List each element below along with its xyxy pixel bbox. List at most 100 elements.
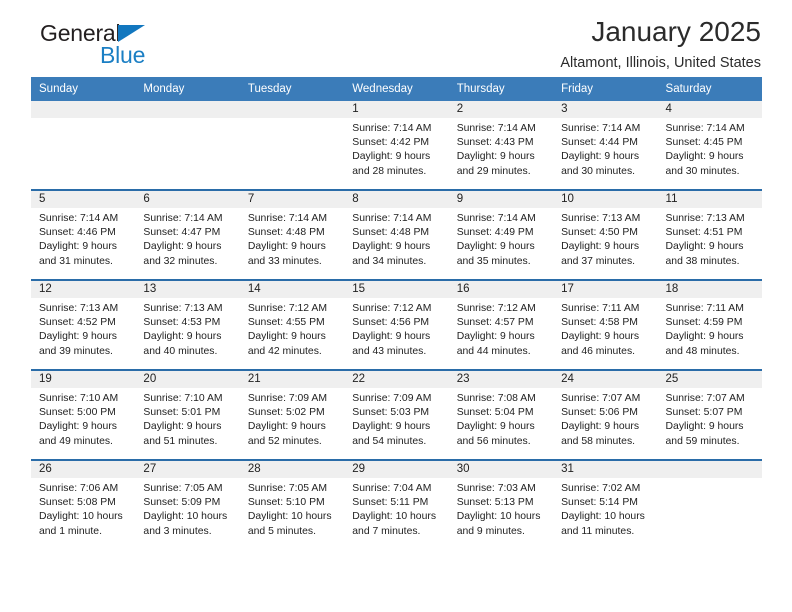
daylight-duration-line1: Daylight: 9 hours (39, 421, 117, 433)
sunrise-time: Sunrise: 7:14 AM (352, 213, 432, 224)
daylight-duration-line2: and 33 minutes. (247, 255, 322, 267)
sunset-time: Sunset: 4:42 PM (352, 137, 430, 149)
logo-text-blue: Blue (100, 42, 146, 68)
calendar-day-cell[interactable]: 8 Sunrise: 7:14 AM Sunset: 4:48 PM Daylight… (344, 191, 449, 279)
day-details: Sunrise: 7:04 AM Sunset: 5:11 PM Daylight:… (344, 478, 448, 549)
sunrise-time: Sunrise: 7:08 AM (456, 393, 536, 404)
calendar-day-cell[interactable]: 25 Sunrise: 7:07 AM Sunset: 5:07 PM Dayligh… (657, 371, 762, 459)
weekday-header-friday: Friday (561, 83, 594, 95)
day-details: Sunrise: 7:06 AM Sunset: 5:08 PM Daylight:… (31, 478, 135, 549)
sunset-time: Sunset: 4:48 PM (352, 227, 430, 239)
page-header: General Blue January 2025 Altamont, Illi… (31, 0, 761, 72)
calendar-day-cell[interactable]: 26 Sunrise: 7:06 AM Sunset: 5:08 PM Dayligh… (31, 461, 136, 549)
calendar-day-cell[interactable]: 17 Sunrise: 7:11 AM Sunset: 4:58 PM Dayligh… (553, 281, 658, 369)
daylight-duration-line2: and 11 minutes. (561, 525, 635, 537)
calendar-day-cell[interactable]: 21 Sunrise: 7:09 AM Sunset: 5:02 PM Dayligh… (239, 371, 345, 459)
calendar-day-cell[interactable]: 28 Sunrise: 7:05 AM Sunset: 5:10 PM Dayligh… (239, 461, 345, 549)
calendar-day-cell[interactable]: 19 Sunrise: 7:10 AM Sunset: 5:00 PM Dayligh… (31, 371, 136, 459)
calendar-day-cell[interactable]: 10 Sunrise: 7:13 AM Sunset: 4:50 PM Dayligh… (553, 191, 658, 279)
day-details: Sunrise: 7:05 AM Sunset: 5:10 PM Daylight:… (240, 478, 344, 549)
calendar-day-cell[interactable]: 11 Sunrise: 7:13 AM Sunset: 4:51 PM Dayligh… (657, 191, 762, 279)
day-details: Sunrise: 7:09 AM Sunset: 5:03 PM Daylight:… (344, 388, 448, 459)
day-number: 11 (657, 191, 762, 208)
calendar-day-cell[interactable]: 24 Sunrise: 7:07 AM Sunset: 5:06 PM Dayligh… (553, 371, 658, 459)
sunrise-time: Sunrise: 7:09 AM (352, 393, 432, 404)
daylight-duration-line1: Daylight: 10 hours (561, 511, 645, 523)
sunset-time: Sunset: 4:47 PM (143, 227, 221, 239)
day-number (31, 101, 136, 118)
daylight-duration-line1: Daylight: 9 hours (665, 151, 744, 163)
daylight-duration-line2: and 49 minutes. (39, 435, 113, 447)
day-number: 7 (239, 191, 345, 208)
calendar-day-cell[interactable]: 18 Sunrise: 7:11 AM Sunset: 4:59 PM Dayligh… (657, 281, 762, 369)
calendar-day-cell[interactable]: 13 Sunrise: 7:13 AM Sunset: 4:53 PM Dayligh… (135, 281, 240, 369)
calendar-day-cell[interactable]: 3 Sunrise: 7:14 AM Sunset: 4:44 PM Daylight… (553, 101, 658, 189)
triangle-flag-icon (118, 25, 145, 42)
calendar-day-cell[interactable]: 2 Sunrise: 7:14 AM Sunset: 4:43 PM Daylight… (448, 101, 554, 189)
calendar-day-cell[interactable]: 6 Sunrise: 7:14 AM Sunset: 4:47 PM Daylight… (135, 191, 240, 279)
day-number: 21 (239, 371, 345, 388)
day-details: Sunrise: 7:13 AM Sunset: 4:50 PM Daylight:… (553, 208, 657, 279)
calendar-day-cell[interactable]: 30 Sunrise: 7:03 AM Sunset: 5:13 PM Dayligh… (448, 461, 554, 549)
calendar-day-cell[interactable]: 9 Sunrise: 7:14 AM Sunset: 4:49 PM Daylight… (448, 191, 554, 279)
day-number: 18 (657, 281, 762, 298)
day-details: Sunrise: 7:14 AM Sunset: 4:48 PM Daylight:… (344, 208, 448, 279)
day-details: Sunrise: 7:05 AM Sunset: 5:09 PM Daylight:… (135, 478, 239, 549)
daylight-duration-line1: Daylight: 9 hours (665, 241, 744, 253)
sunrise-time: Sunrise: 7:05 AM (143, 483, 223, 494)
calendar-day-cell[interactable]: 20 Sunrise: 7:10 AM Sunset: 5:01 PM Dayligh… (135, 371, 240, 459)
day-details: Sunrise: 7:11 AM Sunset: 4:58 PM Daylight:… (553, 298, 657, 369)
day-details (658, 478, 762, 549)
calendar-day-cell[interactable]: 5 Sunrise: 7:14 AM Sunset: 4:46 PM Daylight… (31, 191, 136, 279)
day-number: 10 (553, 191, 658, 208)
calendar-day-cell[interactable]: 27 Sunrise: 7:05 AM Sunset: 5:09 PM Dayligh… (135, 461, 240, 549)
generalblue-logo[interactable]: General Blue (40, 22, 270, 74)
daylight-duration-line1: Daylight: 9 hours (456, 151, 535, 163)
day-number: 16 (448, 281, 554, 298)
day-details: Sunrise: 7:13 AM Sunset: 4:51 PM Daylight:… (658, 208, 762, 279)
day-number: 29 (344, 461, 449, 478)
sunset-time: Sunset: 4:49 PM (456, 227, 534, 239)
daylight-duration-line1: Daylight: 10 hours (456, 511, 541, 523)
sunrise-time: Sunrise: 7:14 AM (143, 213, 223, 224)
sunset-time: Sunset: 5:10 PM (247, 497, 325, 509)
weekday-header-row: Sunday Monday Tuesday Wednesday Thursday… (31, 77, 762, 101)
calendar-day-cell[interactable]: 16 Sunrise: 7:12 AM Sunset: 4:57 PM Dayligh… (448, 281, 554, 369)
day-details: Sunrise: 7:14 AM Sunset: 4:44 PM Daylight:… (553, 118, 657, 189)
calendar-day-cell[interactable]: 12 Sunrise: 7:13 AM Sunset: 4:52 PM Dayligh… (31, 281, 136, 369)
calendar-day-cell[interactable]: 4 Sunrise: 7:14 AM Sunset: 4:45 PM Daylight… (657, 101, 762, 189)
day-number: 13 (135, 281, 240, 298)
sunrise-time: Sunrise: 7:07 AM (665, 393, 745, 404)
calendar-day-cell[interactable]: 23 Sunrise: 7:08 AM Sunset: 5:04 PM Dayligh… (448, 371, 554, 459)
day-number: 20 (135, 371, 240, 388)
daylight-duration-line1: Daylight: 9 hours (665, 331, 744, 343)
calendar-day-cell[interactable]: 29 Sunrise: 7:04 AM Sunset: 5:11 PM Dayligh… (344, 461, 449, 549)
day-number: 31 (553, 461, 658, 478)
day-number: 12 (31, 281, 136, 298)
sunrise-time: Sunrise: 7:13 AM (665, 213, 745, 224)
calendar-day-cell[interactable]: 7 Sunrise: 7:14 AM Sunset: 4:48 PM Daylight… (239, 191, 345, 279)
day-number: 25 (657, 371, 762, 388)
day-details (135, 118, 239, 189)
calendar-day-cell[interactable]: 1 Sunrise: 7:14 AM Sunset: 4:42 PM Daylight… (344, 101, 449, 189)
calendar-day-cell[interactable]: 22 Sunrise: 7:09 AM Sunset: 5:03 PM Dayligh… (344, 371, 449, 459)
day-details: Sunrise: 7:14 AM Sunset: 4:45 PM Daylight:… (658, 118, 762, 189)
daylight-duration-line1: Daylight: 9 hours (561, 331, 640, 343)
daylight-duration-line1: Daylight: 9 hours (456, 241, 535, 253)
day-details: Sunrise: 7:12 AM Sunset: 4:56 PM Daylight:… (344, 298, 448, 369)
calendar-day-cell[interactable]: 15 Sunrise: 7:12 AM Sunset: 4:56 PM Dayligh… (344, 281, 449, 369)
day-details: Sunrise: 7:14 AM Sunset: 4:43 PM Daylight:… (449, 118, 553, 189)
sunrise-time: Sunrise: 7:14 AM (352, 123, 432, 134)
sunrise-time: Sunrise: 7:14 AM (39, 213, 119, 224)
calendar-day-cell[interactable]: 14 Sunrise: 7:12 AM Sunset: 4:55 PM Dayligh… (239, 281, 345, 369)
daylight-duration-line2: and 39 minutes. (39, 345, 113, 357)
daylight-duration-line1: Daylight: 9 hours (561, 151, 640, 163)
calendar-day-cell-empty (657, 461, 762, 549)
sunrise-time: Sunrise: 7:12 AM (247, 303, 327, 314)
daylight-duration-line1: Daylight: 10 hours (247, 511, 332, 523)
sunset-time: Sunset: 5:03 PM (352, 407, 430, 419)
calendar-day-cell[interactable]: 31 Sunrise: 7:02 AM Sunset: 5:14 PM Dayligh… (553, 461, 658, 549)
daylight-duration-line2: and 52 minutes. (247, 435, 322, 447)
day-number (657, 461, 762, 478)
sunrise-time: Sunrise: 7:11 AM (561, 303, 640, 314)
